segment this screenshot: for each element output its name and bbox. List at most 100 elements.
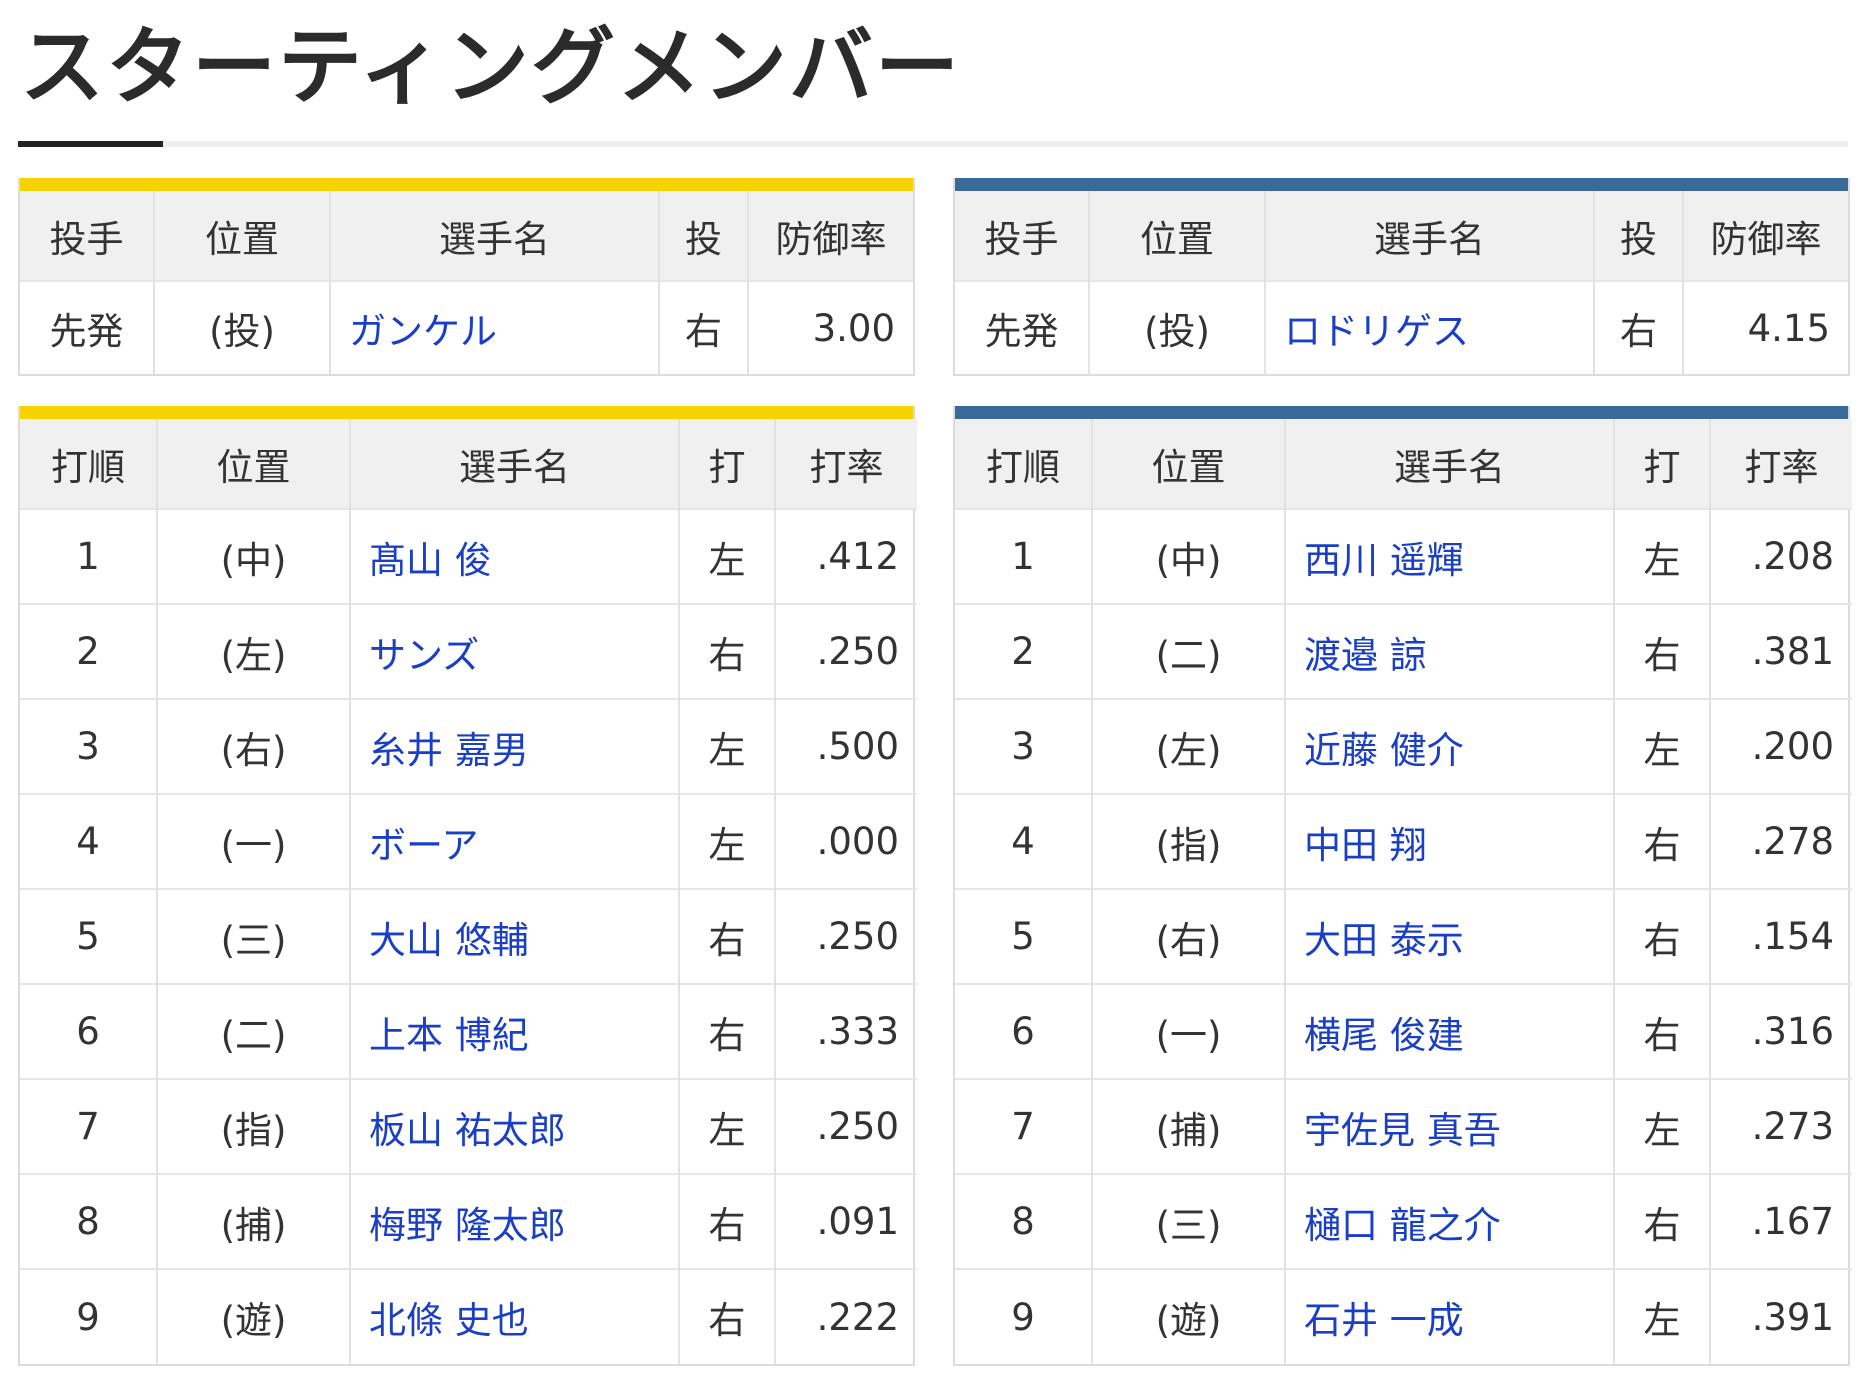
- player-name-link[interactable]: 髙山 俊: [350, 508, 680, 604]
- away-lineup-table: 打順 位置 選手名 打 打率 1 (中) 西川 遥輝左 .208 2 (二) 渡邉 諒右 .3…: [953, 406, 1852, 1366]
- batting-average: .278: [1710, 793, 1852, 889]
- player-name-link[interactable]: 中田 翔: [1285, 793, 1615, 889]
- player-position: (捕): [1092, 1078, 1286, 1174]
- player-position: (二): [157, 983, 351, 1079]
- player-name-link[interactable]: 宇佐見 真吾: [1285, 1078, 1615, 1174]
- batting-average: .000: [775, 793, 917, 889]
- header-position: 位置: [1089, 191, 1266, 281]
- pitcher-role: 先発: [955, 280, 1090, 374]
- batting-order: 1: [955, 508, 1093, 604]
- away-pitcher-table: 投手 位置 選手名 投 防御率 先発 (投) ロドリゲス 右 4.15: [953, 178, 1850, 376]
- player-position: (指): [1092, 793, 1286, 889]
- header-player-name: 選手名: [350, 419, 680, 509]
- table-row: 5 (三) 大山 悠輔右 .250: [20, 888, 917, 984]
- header-batting-order: 打順: [20, 419, 158, 509]
- player-position: (中): [157, 508, 351, 604]
- player-name-link[interactable]: 梅野 隆太郎: [350, 1173, 680, 1269]
- player-name-link[interactable]: 板山 祐太郎: [350, 1078, 680, 1174]
- batting-order: 3: [20, 698, 158, 794]
- batting-average: .208: [1710, 508, 1852, 604]
- player-bats: 右: [679, 983, 776, 1079]
- player-position: (三): [1092, 1173, 1286, 1269]
- pitcher-position: (投): [154, 280, 331, 374]
- player-name-link[interactable]: 渡邉 諒: [1285, 603, 1615, 699]
- batting-order: 6: [955, 983, 1093, 1079]
- home-pitcher-table: 投手 位置 選手名 投 防御率 先発 (投) ガンケル 右 3.00: [18, 178, 915, 376]
- table-row: 7 (指) 板山 祐太郎左 .250: [20, 1078, 917, 1174]
- player-name-link[interactable]: 樋口 龍之介: [1285, 1173, 1615, 1269]
- table-row: 6 (二) 上本 博紀右 .333: [20, 983, 917, 1079]
- player-name-link[interactable]: サンズ: [350, 603, 680, 699]
- batting-order: 9: [20, 1268, 158, 1364]
- header-era: 防御率: [1683, 191, 1848, 281]
- player-bats: 左: [679, 1078, 776, 1174]
- player-bats: 右: [1614, 793, 1711, 889]
- player-name-link[interactable]: 北條 史也: [350, 1268, 680, 1364]
- player-bats: 左: [679, 793, 776, 889]
- header-pitcher: 投手: [20, 191, 155, 281]
- player-position: (三): [157, 888, 351, 984]
- batting-average: .273: [1710, 1078, 1852, 1174]
- batting-average: .500: [775, 698, 917, 794]
- batting-average: .200: [1710, 698, 1852, 794]
- player-name-link[interactable]: 糸井 嘉男: [350, 698, 680, 794]
- batting-average: .222: [775, 1268, 917, 1364]
- player-name-link[interactable]: 上本 博紀: [350, 983, 680, 1079]
- table-row: 2 (左) サンズ右 .250: [20, 603, 917, 699]
- player-name-link[interactable]: 近藤 健介: [1285, 698, 1615, 794]
- header-era: 防御率: [748, 191, 913, 281]
- player-name-link[interactable]: 大山 悠輔: [350, 888, 680, 984]
- table-row: 7 (捕) 宇佐見 真吾左 .273: [955, 1078, 1852, 1174]
- header-player-name: 選手名: [330, 191, 660, 281]
- player-position: (右): [157, 698, 351, 794]
- player-position: (一): [157, 793, 351, 889]
- header-position: 位置: [157, 419, 351, 509]
- player-name-link[interactable]: 西川 遥輝: [1285, 508, 1615, 604]
- table-row: 3 (右) 糸井 嘉男左 .500: [20, 698, 917, 794]
- header-throws: 投: [1594, 191, 1684, 281]
- batting-average: .250: [775, 603, 917, 699]
- page-title: スターティングメンバー: [20, 18, 961, 116]
- table-row: 1 (中) 西川 遥輝左 .208: [955, 508, 1852, 604]
- player-name-link[interactable]: 石井 一成: [1285, 1268, 1615, 1364]
- player-bats: 右: [1614, 983, 1711, 1079]
- title-underline: [18, 141, 1848, 147]
- pitcher-name-link[interactable]: ガンケル: [330, 280, 660, 374]
- batting-average: .154: [1710, 888, 1852, 984]
- pitcher-throws: 右: [659, 280, 749, 374]
- table-row: 6 (一) 横尾 俊建右 .316: [955, 983, 1852, 1079]
- home-accent-bar: [20, 406, 913, 419]
- player-name-link[interactable]: 大田 泰示: [1285, 888, 1615, 984]
- batting-average: .167: [1710, 1173, 1852, 1269]
- pitcher-name-link[interactable]: ロドリゲス: [1265, 280, 1595, 374]
- batting-order: 5: [20, 888, 158, 984]
- pitcher-role: 先発: [20, 280, 155, 374]
- batting-order: 1: [20, 508, 158, 604]
- player-position: (右): [1092, 888, 1286, 984]
- player-bats: 右: [1614, 1173, 1711, 1269]
- player-name-link[interactable]: 横尾 俊建: [1285, 983, 1615, 1079]
- batting-order: 8: [20, 1173, 158, 1269]
- batting-order: 9: [955, 1268, 1093, 1364]
- batting-order: 2: [955, 603, 1093, 699]
- batting-order: 5: [955, 888, 1093, 984]
- table-row: 8 (三) 樋口 龍之介右 .167: [955, 1173, 1852, 1269]
- player-name-link[interactable]: ボーア: [350, 793, 680, 889]
- table-row: 4 (指) 中田 翔右 .278: [955, 793, 1852, 889]
- batting-average: .316: [1710, 983, 1852, 1079]
- batting-average: .381: [1710, 603, 1852, 699]
- title-underline-accent: [18, 141, 163, 147]
- table-row: 4 (一) ボーア左 .000: [20, 793, 917, 889]
- header-player-name: 選手名: [1265, 191, 1595, 281]
- player-position: (遊): [1092, 1268, 1286, 1364]
- header-position: 位置: [1092, 419, 1286, 509]
- header-batting-order: 打順: [955, 419, 1093, 509]
- player-bats: 右: [679, 1268, 776, 1364]
- player-position: (一): [1092, 983, 1286, 1079]
- player-position: (遊): [157, 1268, 351, 1364]
- batting-average: .391: [1710, 1268, 1852, 1364]
- header-position: 位置: [154, 191, 331, 281]
- table-row: 9 (遊) 北條 史也右 .222: [20, 1268, 917, 1364]
- header-bats: 打: [679, 419, 776, 509]
- pitcher-era: 4.15: [1683, 280, 1848, 374]
